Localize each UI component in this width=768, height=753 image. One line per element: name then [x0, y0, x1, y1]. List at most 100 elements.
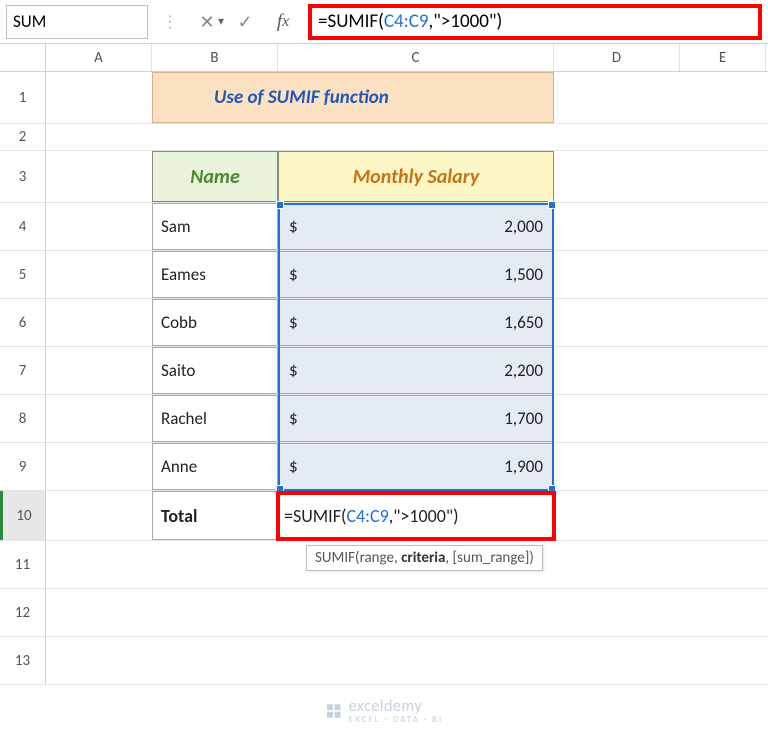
cell[interactable]: [152, 541, 278, 588]
name-cell[interactable]: Sam: [152, 203, 278, 250]
salary-cell[interactable]: $1,500: [278, 251, 554, 298]
column-headers: A B C D E: [0, 44, 768, 72]
cell[interactable]: [554, 443, 680, 490]
cell[interactable]: [278, 589, 554, 636]
row-header[interactable]: 10: [0, 491, 46, 540]
cell[interactable]: [680, 443, 766, 490]
cell[interactable]: [46, 299, 152, 346]
currency-icon: $: [289, 216, 298, 237]
col-header-b[interactable]: B: [152, 44, 278, 71]
header-name[interactable]: Name: [152, 151, 278, 202]
cell[interactable]: [554, 203, 680, 250]
cell[interactable]: [46, 541, 152, 588]
cell[interactable]: [46, 124, 152, 150]
cell[interactable]: [152, 124, 278, 150]
cell[interactable]: [554, 395, 680, 442]
grid-row: 2: [0, 124, 768, 151]
cell[interactable]: [554, 251, 680, 298]
cell[interactable]: [46, 443, 152, 490]
name-cell[interactable]: Rachel: [152, 395, 278, 442]
name-cell[interactable]: Eames: [152, 251, 278, 298]
cell[interactable]: [46, 251, 152, 298]
row-header[interactable]: 12: [0, 589, 46, 636]
cell[interactable]: [554, 124, 680, 150]
cell[interactable]: [680, 251, 766, 298]
cell[interactable]: [554, 72, 680, 123]
cell[interactable]: [152, 589, 278, 636]
name-cell[interactable]: Cobb: [152, 299, 278, 346]
cell[interactable]: [554, 541, 680, 588]
cell[interactable]: [680, 347, 766, 394]
formula-text-suffix: ,">1000"): [389, 505, 459, 527]
cell[interactable]: [554, 347, 680, 394]
row-header[interactable]: 8: [0, 395, 46, 442]
row-header[interactable]: 7: [0, 347, 46, 394]
cell[interactable]: [46, 491, 152, 540]
cell[interactable]: [680, 72, 766, 123]
row-header[interactable]: 9: [0, 443, 46, 490]
formula-tooltip: SUMIF(range, criteria, [sum_range]): [306, 545, 543, 571]
cell[interactable]: [46, 151, 152, 202]
accept-formula-button[interactable]: ✓: [226, 0, 264, 44]
cell[interactable]: [554, 491, 680, 540]
formula-bar: ▾ ⋮ ✕ ✓ fx =SUMIF(C4:C9,">1000"): [0, 0, 768, 44]
cell[interactable]: [554, 299, 680, 346]
row-header[interactable]: 6: [0, 299, 46, 346]
cell[interactable]: [46, 395, 152, 442]
cell[interactable]: [680, 491, 766, 540]
formula-text-ref: C4:C9: [384, 10, 429, 33]
cell[interactable]: [680, 299, 766, 346]
salary-cell[interactable]: $2,200: [278, 347, 554, 394]
salary-cell[interactable]: $1,700: [278, 395, 554, 442]
col-header-c[interactable]: C: [278, 44, 554, 71]
cell[interactable]: [46, 203, 152, 250]
cell[interactable]: [554, 151, 680, 202]
currency-icon: $: [289, 312, 298, 333]
select-all-cell[interactable]: [0, 44, 46, 71]
name-cell[interactable]: Anne: [152, 443, 278, 490]
row-header[interactable]: 5: [0, 251, 46, 298]
col-header-e[interactable]: E: [680, 44, 766, 71]
col-header-a[interactable]: A: [46, 44, 152, 71]
total-label-cell[interactable]: Total: [152, 491, 278, 540]
row-header[interactable]: 2: [0, 124, 46, 150]
cell[interactable]: [554, 637, 680, 684]
grid-row: 3 Name Monthly Salary: [0, 151, 768, 203]
cell[interactable]: [278, 124, 554, 150]
cancel-formula-button[interactable]: ✕: [188, 0, 226, 44]
cell[interactable]: [278, 637, 554, 684]
title-cell[interactable]: Use of SUMIF function: [278, 72, 554, 123]
cell[interactable]: [554, 589, 680, 636]
watermark: exceldemy EXCEL · DATA · BI: [325, 697, 443, 725]
formula-input[interactable]: =SUMIF(C4:C9,">1000"): [308, 4, 762, 40]
cell[interactable]: [46, 72, 152, 123]
cell[interactable]: [680, 589, 766, 636]
row-header[interactable]: 3: [0, 151, 46, 202]
cell[interactable]: [46, 347, 152, 394]
salary-cell[interactable]: $2,000: [278, 203, 554, 250]
header-salary[interactable]: Monthly Salary: [278, 151, 554, 202]
row-header[interactable]: 1: [0, 72, 46, 123]
cell-edit-overlay[interactable]: =SUMIF(C4:C9,">1000"): [276, 491, 556, 541]
cell[interactable]: [680, 203, 766, 250]
salary-cell[interactable]: $1,650: [278, 299, 554, 346]
formula-text-suffix: ,">1000"): [429, 10, 503, 33]
cell[interactable]: [680, 124, 766, 150]
salary-cell[interactable]: $1,900: [278, 443, 554, 490]
cell[interactable]: [46, 637, 152, 684]
name-cell[interactable]: Saito: [152, 347, 278, 394]
cell[interactable]: [680, 541, 766, 588]
cell[interactable]: [680, 151, 766, 202]
col-header-d[interactable]: D: [554, 44, 680, 71]
logo-icon: [325, 702, 343, 720]
insert-function-button[interactable]: fx: [264, 0, 302, 44]
cell[interactable]: [680, 637, 766, 684]
spreadsheet-grid[interactable]: A B C D E 1 Use of SUMIF function 2 3 Na…: [0, 44, 768, 685]
cell[interactable]: [152, 637, 278, 684]
name-box[interactable]: ▾: [6, 5, 148, 39]
cell[interactable]: [680, 395, 766, 442]
row-header[interactable]: 13: [0, 637, 46, 684]
row-header[interactable]: 11: [0, 541, 46, 588]
row-header[interactable]: 4: [0, 203, 46, 250]
cell[interactable]: [46, 589, 152, 636]
